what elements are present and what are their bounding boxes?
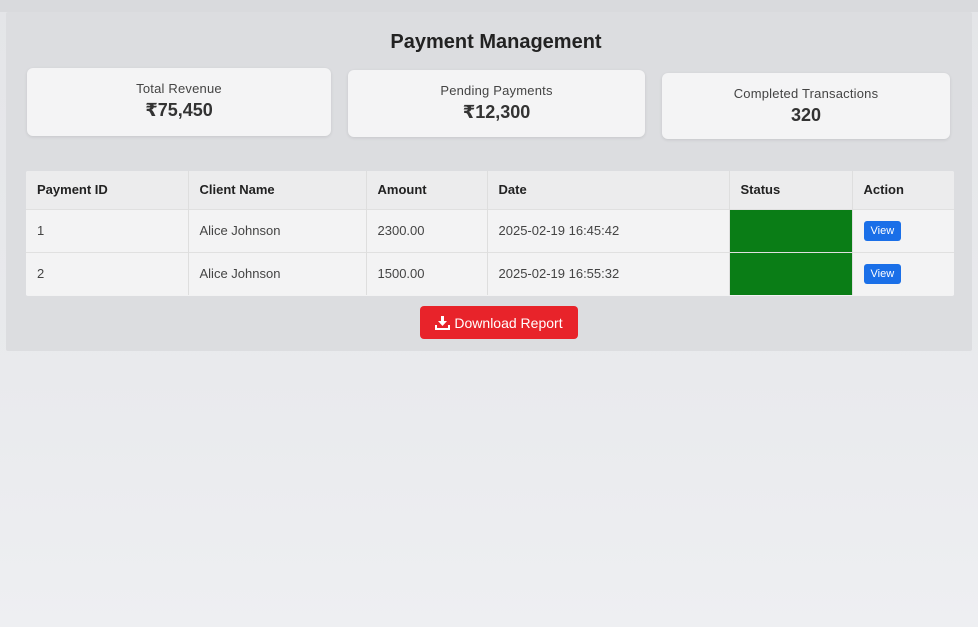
col-header-status: Status	[729, 171, 853, 209]
view-button[interactable]: View	[863, 263, 902, 284]
card-value: 320	[790, 105, 822, 125]
top-strip	[0, 0, 978, 12]
card-value: ₹12,300	[462, 102, 531, 122]
status-indicator	[729, 209, 852, 252]
view-button[interactable]: View	[863, 220, 902, 241]
table-row: 1 Alice Johnson 2300.00 2025-02-19 16:45…	[26, 208, 954, 252]
action-cell: View	[852, 251, 954, 295]
client-name-cell: Alice Johnson	[188, 251, 367, 295]
page-title: Payment Management	[390, 31, 602, 53]
col-header-amount: Amount	[366, 171, 488, 209]
col-header-client-name: Client Name	[188, 171, 367, 209]
status-cell	[729, 251, 853, 295]
payment-id-cell: 2	[26, 251, 189, 295]
client-name-cell: Alice Johnson	[188, 208, 367, 252]
download-icon	[435, 315, 451, 330]
table-header-row: Payment ID Client Name Amount Date Statu…	[26, 171, 954, 209]
download-label: Download Report	[454, 314, 563, 331]
amount-cell: 2300.00	[366, 208, 488, 252]
card-label: Completed Transactions	[733, 86, 879, 101]
col-header-action: Action	[852, 171, 954, 209]
col-header-date: Date	[487, 171, 730, 209]
download-report-button[interactable]: Download Report	[420, 306, 578, 339]
table-row: 2 Alice Johnson 1500.00 2025-02-19 16:55…	[26, 251, 954, 295]
action-cell: View	[852, 208, 954, 252]
date-cell: 2025-02-19 16:55:32	[487, 251, 730, 295]
completed-transactions-card: Completed Transactions 320	[662, 73, 950, 139]
status-indicator	[729, 252, 852, 295]
pending-payments-card: Pending Payments ₹12,300	[348, 70, 645, 137]
date-cell: 2025-02-19 16:45:42	[487, 208, 730, 252]
payments-table: Payment ID Client Name Amount Date Statu…	[26, 171, 954, 296]
card-value: ₹75,450	[145, 100, 213, 120]
card-label: Total Revenue	[136, 81, 222, 96]
payment-id-cell: 1	[26, 208, 189, 252]
col-header-payment-id: Payment ID	[26, 171, 189, 209]
card-label: Pending Payments	[440, 83, 553, 98]
status-cell	[729, 208, 853, 252]
total-revenue-card: Total Revenue ₹75,450	[27, 68, 331, 136]
amount-cell: 1500.00	[366, 251, 488, 295]
